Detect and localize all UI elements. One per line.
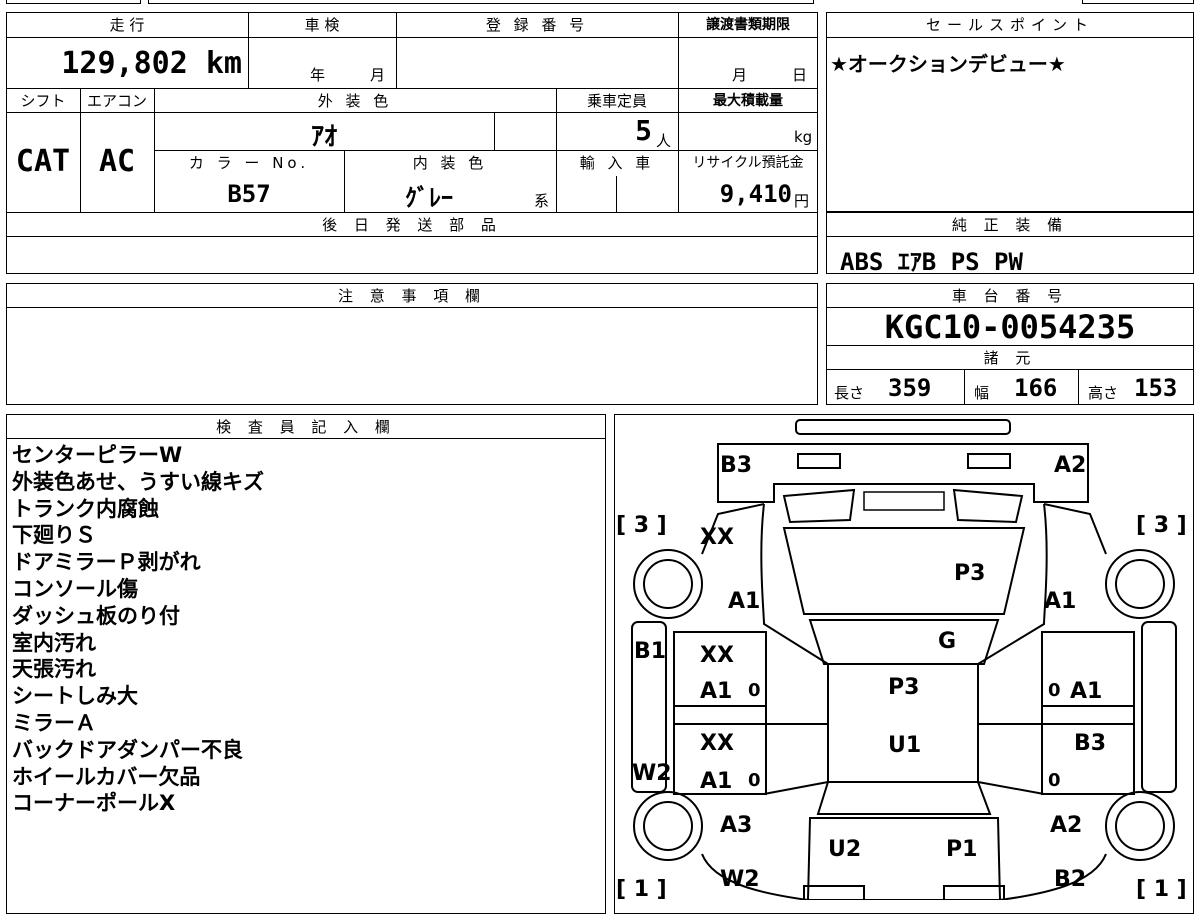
mark-w2-left: W2	[632, 761, 672, 786]
length-value: 359	[888, 374, 932, 402]
note-item: センターピラーW	[12, 443, 183, 467]
note-item: ドアミラーＰ剥がれ	[12, 550, 201, 575]
mark-b3-right: B3	[1074, 731, 1106, 756]
mark-p3-hood: P3	[954, 561, 985, 586]
mark-b2-bottom: B2	[1054, 867, 1086, 892]
mark-xx-2: XX	[700, 643, 734, 668]
mark-a3-left: A3	[720, 813, 752, 838]
registration-label: 登 録 番 号	[485, 16, 589, 34]
mark-zero-4: 0	[1048, 770, 1061, 791]
max-load-unit: kg	[794, 128, 813, 146]
shift-label: シフト	[20, 92, 66, 110]
note-item: 下廻りＳ	[12, 523, 96, 548]
color-no-value: B57	[227, 180, 271, 208]
mark-w2-bottom: W2	[720, 867, 760, 892]
recycle-label: リサイクル預託金	[692, 155, 804, 171]
sales-point-box	[826, 12, 1194, 212]
note-item: ホイールカバー欠品	[12, 764, 201, 789]
exterior-color-value: ｱｵ	[310, 122, 337, 152]
note-item: コーナーポールX	[12, 791, 176, 816]
bracket-tr: [ 3 ]	[1136, 513, 1187, 538]
bracket-br: [ 1 ]	[1136, 877, 1187, 900]
mark-zero-3: 0	[748, 770, 761, 791]
aircon-label: エアコン	[86, 92, 147, 110]
mark-a2-right: A2	[1050, 813, 1082, 838]
interior-color-label: 内 装 色	[412, 154, 488, 172]
max-load-label: 最大積載量	[713, 93, 783, 109]
shift-value: CAT	[15, 144, 71, 179]
width-label: 幅	[974, 384, 990, 402]
note-item: トランク内腐蝕	[12, 496, 159, 521]
mark-b1-left: B1	[634, 639, 666, 664]
shaken-label: 車 検	[304, 16, 340, 34]
mark-g-windshield: G	[938, 629, 956, 654]
transfer-month: 月	[732, 66, 748, 84]
mark-a1-left-door2: A1	[700, 769, 732, 794]
interior-color-value: ｸﾞﾚｰ	[405, 184, 453, 212]
mark-xx-1: XX	[700, 525, 734, 550]
mark-a1-left-door1: A1	[700, 679, 732, 704]
mark-a1-right-front: A1	[1044, 589, 1076, 614]
interior-color-suffix: 系	[534, 192, 550, 210]
mark-zero-1: 0	[748, 680, 761, 701]
import-label: 輸 入 車	[579, 154, 655, 172]
recycle-unit: 円	[794, 192, 810, 210]
mark-xx-3: XX	[700, 731, 734, 756]
transfer-day: 日	[792, 66, 808, 84]
capacity-value: 5	[635, 114, 652, 147]
height-value: 153	[1134, 374, 1178, 402]
aircon-value: AC	[98, 144, 136, 179]
inspector-label: 検 査 員 記 入 欄	[216, 418, 396, 436]
shaken-month: 月	[370, 66, 386, 84]
capacity-unit: 人	[656, 132, 672, 150]
equipment-label: 純 正 装 備	[951, 216, 1069, 234]
inspector-notes: センターピラーW 外装色あせ、うすい線キズ トランク内腐蝕 下廻りＳ ドアミラー…	[12, 442, 602, 817]
transfer-deadline-label: 譲渡書類期限	[706, 17, 790, 33]
chassis-value: KGC10-0054235	[884, 308, 1136, 346]
sales-point-text: ★オークションデビュー★	[830, 52, 1066, 76]
top-strip-left	[6, 0, 141, 4]
note-item: 外装色あせ、うすい線キズ	[12, 469, 264, 494]
top-strip-mid	[148, 0, 814, 4]
mark-a1-left-front: A1	[728, 589, 760, 614]
color-no-label: カ ラ ー No.	[188, 154, 310, 172]
mark-p3-roof: P3	[888, 675, 919, 700]
note-item: コンソール傷	[12, 576, 138, 601]
recycle-value: 9,410	[719, 180, 792, 208]
note-item: 天張汚れ	[12, 657, 96, 682]
specs-label: 諸 元	[983, 349, 1037, 367]
note-item: 室内汚れ	[12, 630, 96, 655]
mark-a1-right-door1: A1	[1070, 679, 1102, 704]
car-diagram: B3 A2 [ 3 ] [ 3 ] XX P3 A1 A1 G B1 XX A1…	[616, 419, 1187, 900]
chassis-label: 車 台 番 号	[951, 287, 1069, 305]
length-label: 長さ	[834, 384, 865, 402]
bracket-tl: [ 3 ]	[616, 513, 667, 538]
mark-u2-rear: U2	[828, 837, 861, 862]
equipment-value: ABS ｴｱB PS PW	[840, 248, 1023, 276]
note-item: ダッシュ板のり付	[12, 603, 180, 628]
capacity-label: 乗車定員	[586, 92, 647, 110]
mark-p1-rear: P1	[946, 837, 977, 862]
bracket-bl: [ 1 ]	[616, 877, 667, 900]
mileage-value: 129,802 km	[61, 46, 242, 81]
exterior-color-label: 外 装 色	[317, 92, 393, 110]
later-parts-label: 後 日 発 送 部 品	[322, 216, 502, 234]
note-item: ミラーＡ	[12, 710, 96, 735]
width-value: 166	[1014, 374, 1058, 402]
caution-label: 注 意 事 項 欄	[337, 287, 487, 305]
note-item: シートしみ大	[12, 684, 138, 709]
mark-zero-2: 0	[1048, 680, 1061, 701]
shaken-year: 年	[310, 66, 326, 84]
height-label: 高さ	[1088, 384, 1119, 402]
mark-b3-top: B3	[720, 453, 752, 478]
note-item: バックドアダンパー不良	[12, 737, 243, 762]
mileage-label: 走 行	[109, 16, 145, 34]
mark-u1-roof: U1	[888, 733, 921, 758]
mark-a2-top: A2	[1054, 453, 1086, 478]
top-strip-right	[1082, 0, 1194, 4]
sales-point-label: セールスポイント	[925, 16, 1094, 34]
